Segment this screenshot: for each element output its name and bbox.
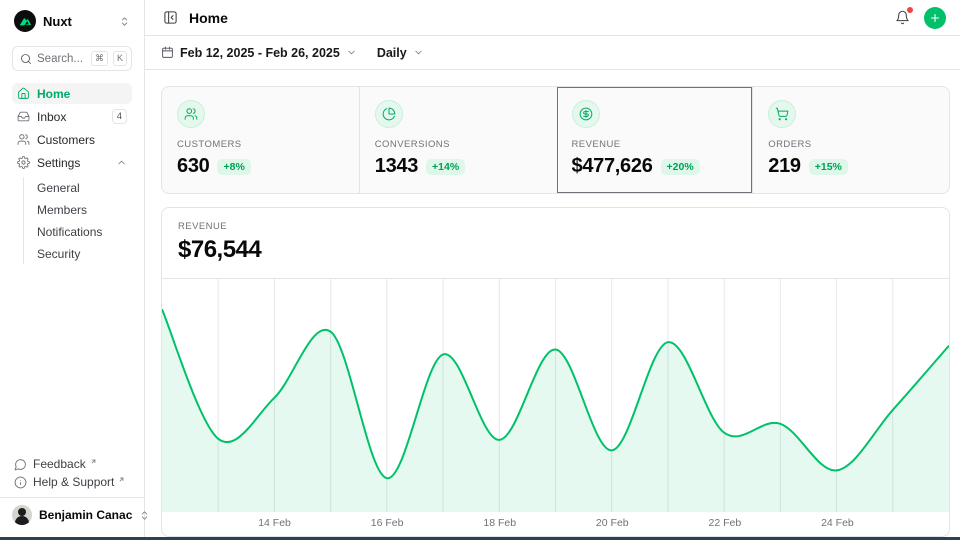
revenue-chart-svg bbox=[162, 279, 949, 512]
sidebar-item-inbox[interactable]: Inbox 4 bbox=[12, 106, 132, 127]
sidebar-item-label: Home bbox=[37, 87, 127, 101]
x-axis-label: 22 Feb bbox=[708, 517, 741, 529]
main-area: Home Feb 12, 2025 - Feb 26, 2025 bbox=[145, 0, 960, 537]
dollar-circle-icon bbox=[572, 100, 600, 128]
date-range-label: Feb 12, 2025 - Feb 26, 2025 bbox=[180, 46, 340, 60]
sidebar-subitem-security[interactable]: Security bbox=[33, 243, 132, 264]
chat-bubble-icon bbox=[14, 458, 27, 471]
delta-badge: +15% bbox=[809, 159, 848, 175]
sidebar-nav: Home Inbox 4 Customers Settings bbox=[12, 83, 132, 266]
chevron-down-icon bbox=[346, 47, 357, 58]
delta-badge: +20% bbox=[661, 159, 700, 175]
dashboard-content: CUSTOMERS 630 +8% CONVERSIONS 1343 +14% bbox=[145, 70, 960, 537]
stat-card-orders[interactable]: ORDERS 219 +15% bbox=[752, 87, 949, 193]
revenue-chart-panel: REVENUE $76,544 14 Feb 16 Feb 18 Feb 20 … bbox=[161, 207, 950, 537]
feedback-link[interactable]: Feedback bbox=[12, 457, 132, 471]
user-menu[interactable]: Benjamin Canac bbox=[0, 497, 144, 531]
x-axis-label: 14 Feb bbox=[258, 517, 291, 529]
sidebar-item-customers[interactable]: Customers bbox=[12, 129, 132, 150]
delta-badge: +14% bbox=[426, 159, 465, 175]
stat-label: CUSTOMERS bbox=[177, 139, 344, 150]
external-link-icon bbox=[90, 458, 97, 465]
chart-metric-value: $76,544 bbox=[178, 236, 933, 264]
sidebar-item-home[interactable]: Home bbox=[12, 83, 132, 104]
help-support-label: Help & Support bbox=[33, 475, 114, 489]
inbox-icon bbox=[17, 110, 30, 123]
help-support-link[interactable]: Help & Support bbox=[12, 475, 132, 489]
x-axis-label: 16 Feb bbox=[371, 517, 404, 529]
topbar: Home bbox=[145, 0, 960, 36]
nuxt-logo-icon bbox=[14, 10, 36, 32]
filter-toolbar: Feb 12, 2025 - Feb 26, 2025 Daily bbox=[145, 36, 960, 70]
date-range-picker[interactable]: Feb 12, 2025 - Feb 26, 2025 bbox=[161, 46, 357, 60]
settings-sub-list: General Members Notifications Security bbox=[23, 177, 132, 264]
sidebar-item-label: Settings bbox=[37, 156, 109, 170]
users-icon bbox=[177, 100, 205, 128]
team-name: Nuxt bbox=[43, 14, 112, 29]
chevrons-up-down-icon bbox=[119, 16, 130, 27]
cart-icon bbox=[768, 100, 796, 128]
sidebar: Nuxt Search... ⌘ K Home bbox=[0, 0, 145, 537]
stat-label: REVENUE bbox=[572, 139, 738, 150]
stat-card-customers[interactable]: CUSTOMERS 630 +8% bbox=[162, 87, 359, 193]
calendar-icon bbox=[161, 46, 174, 59]
chart-header: REVENUE $76,544 bbox=[162, 208, 949, 279]
info-circle-icon bbox=[14, 476, 27, 489]
gear-icon bbox=[17, 156, 30, 169]
x-axis-label: 20 Feb bbox=[596, 517, 629, 529]
chevron-up-icon bbox=[116, 157, 127, 168]
user-name: Benjamin Canac bbox=[39, 508, 132, 522]
search-icon bbox=[20, 53, 32, 65]
stat-value: 219 bbox=[768, 155, 800, 178]
period-select[interactable]: Daily bbox=[377, 46, 424, 60]
kbd-cmd: ⌘ bbox=[91, 51, 108, 66]
chart-metric-label: REVENUE bbox=[178, 221, 933, 232]
users-icon bbox=[17, 133, 30, 146]
sidebar-item-label: Inbox bbox=[37, 110, 105, 124]
chevron-down-icon bbox=[413, 47, 424, 58]
x-axis-label: 24 Feb bbox=[821, 517, 854, 529]
avatar bbox=[12, 505, 32, 525]
search-placeholder: Search... bbox=[37, 53, 86, 65]
sidebar-footer: Feedback Help & Support bbox=[12, 457, 132, 497]
pie-chart-icon bbox=[375, 100, 403, 128]
delta-badge: +8% bbox=[217, 159, 250, 175]
notification-dot bbox=[907, 7, 913, 13]
external-link-icon bbox=[118, 476, 125, 483]
stat-label: ORDERS bbox=[768, 139, 934, 150]
sidebar-spacer bbox=[12, 266, 132, 457]
collapse-sidebar-button[interactable] bbox=[161, 8, 180, 27]
sidebar-item-label: Customers bbox=[37, 133, 127, 147]
stat-value: 1343 bbox=[375, 155, 418, 178]
sidebar-subitem-members[interactable]: Members bbox=[33, 199, 132, 220]
stat-card-conversions[interactable]: CONVERSIONS 1343 +14% bbox=[359, 87, 556, 193]
stat-card-revenue[interactable]: REVENUE $477,626 +20% bbox=[556, 87, 753, 193]
kbd-k: K bbox=[113, 51, 127, 66]
notifications-button[interactable] bbox=[893, 8, 912, 27]
stat-label: CONVERSIONS bbox=[375, 139, 541, 150]
team-selector[interactable]: Nuxt bbox=[12, 9, 132, 33]
x-axis: 14 Feb 16 Feb 18 Feb 20 Feb 22 Feb 24 Fe… bbox=[162, 512, 949, 536]
stats-group: CUSTOMERS 630 +8% CONVERSIONS 1343 +14% bbox=[161, 86, 950, 194]
feedback-label: Feedback bbox=[33, 457, 86, 471]
sidebar-subitem-notifications[interactable]: Notifications bbox=[33, 221, 132, 242]
inbox-count-badge: 4 bbox=[112, 109, 127, 124]
page-title: Home bbox=[189, 10, 228, 26]
add-button[interactable] bbox=[924, 7, 946, 29]
x-axis-label: 18 Feb bbox=[483, 517, 516, 529]
stat-value: 630 bbox=[177, 155, 209, 178]
sidebar-item-settings[interactable]: Settings bbox=[12, 152, 132, 173]
period-label: Daily bbox=[377, 46, 407, 60]
chart-body[interactable]: 14 Feb 16 Feb 18 Feb 20 Feb 22 Feb 24 Fe… bbox=[162, 279, 949, 536]
app-window: Nuxt Search... ⌘ K Home bbox=[0, 0, 960, 537]
home-icon bbox=[17, 87, 30, 100]
search-input[interactable]: Search... ⌘ K bbox=[12, 46, 132, 71]
stat-value: $477,626 bbox=[572, 155, 653, 178]
sidebar-subitem-general[interactable]: General bbox=[33, 177, 132, 198]
